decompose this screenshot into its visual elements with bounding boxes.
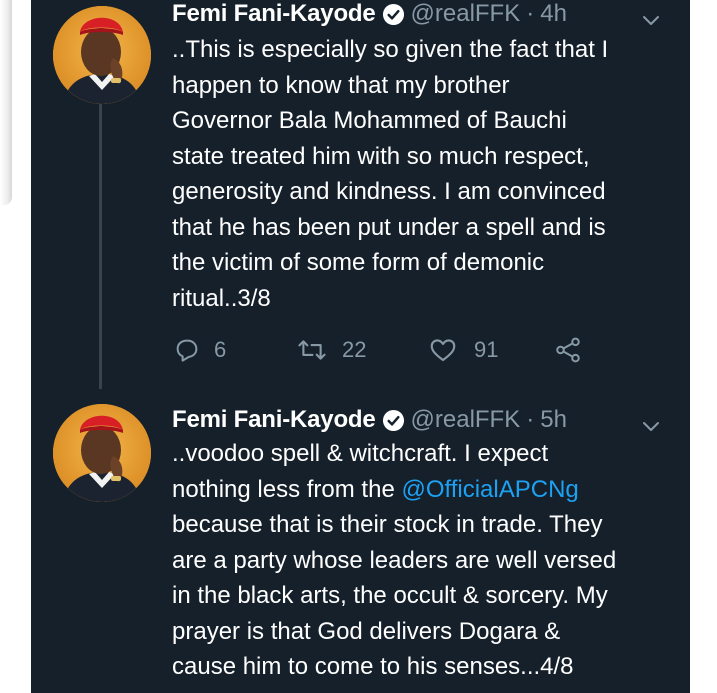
chevron-down-icon[interactable]: [639, 8, 663, 32]
retweet-button[interactable]: 22: [296, 335, 428, 365]
page-edge-shadow: [0, 0, 12, 205]
heart-icon: [428, 335, 458, 365]
reply-button[interactable]: 6: [172, 335, 296, 365]
share-icon: [553, 335, 583, 365]
like-button[interactable]: 91: [428, 335, 553, 365]
tweet-thread: Femi Fani-Kayode @realFFK · 4h ..This is…: [31, 0, 690, 693]
like-count: 91: [474, 337, 499, 362]
thread-connector-line: [99, 97, 102, 389]
mention-link[interactable]: @OfficialAPCNg: [401, 476, 578, 503]
retweet-icon: [296, 335, 328, 365]
author-name[interactable]: Femi Fani-Kayode: [172, 406, 376, 434]
timestamp[interactable]: 5h: [540, 406, 567, 434]
avatar[interactable]: [53, 404, 151, 502]
separator: ·: [526, 0, 535, 27]
author-name[interactable]: Femi Fani-Kayode: [172, 0, 376, 28]
timestamp[interactable]: 4h: [540, 0, 567, 28]
reply-icon: [172, 335, 202, 365]
retweet-count: 22: [342, 337, 367, 362]
verified-badge-icon: [382, 3, 405, 26]
tweet-text-line: ..voodoo spell & witchcraft. I expect: [172, 440, 549, 467]
author-handle[interactable]: @realFFK: [411, 406, 521, 434]
tweet-header: Femi Fani-Kayode @realFFK · 4h: [172, 0, 672, 34]
tweet-text: ..voodoo spell & witchcraft. I expect no…: [172, 436, 677, 685]
tweet-text-segment: because that is their stock in trade. Th…: [172, 511, 617, 680]
tweet-actions: 6 22 91: [172, 333, 583, 367]
tweet-text: ..This is especially so given the fact t…: [172, 36, 609, 312]
reply-count: 6: [214, 337, 227, 362]
chevron-down-icon[interactable]: [639, 414, 663, 438]
share-button[interactable]: [553, 335, 583, 365]
tweet-text-segment: nothing less from the: [172, 475, 402, 503]
separator: ·: [526, 406, 535, 433]
avatar[interactable]: [53, 6, 151, 104]
author-handle[interactable]: @realFFK: [411, 0, 521, 28]
verified-badge-icon: [382, 409, 405, 432]
tweet-header: Femi Fani-Kayode @realFFK · 5h: [172, 400, 672, 440]
